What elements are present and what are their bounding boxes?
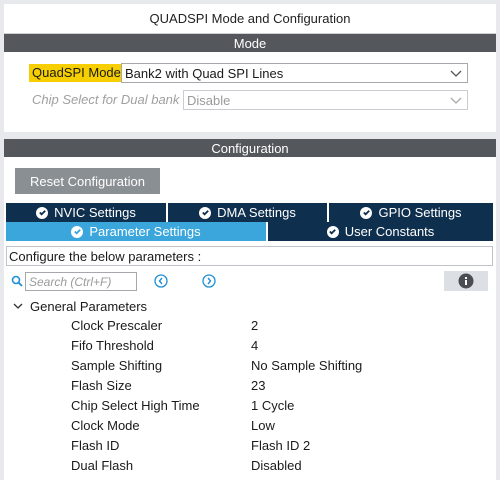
parameter-row[interactable]: Flash Size 23 — [0, 375, 496, 395]
parameter-row[interactable]: Clock Mode Low — [0, 415, 496, 435]
chevron-down-icon — [450, 97, 462, 104]
tab-label: Parameter Settings — [89, 224, 201, 239]
tab-gpio-settings[interactable]: GPIO Settings — [329, 203, 493, 222]
parameter-value[interactable]: Low — [251, 418, 275, 433]
arrow-left-circle-icon[interactable] — [154, 274, 168, 288]
parameter-row[interactable]: Dual Flash Disabled — [0, 455, 496, 475]
mode-section-header: Mode — [4, 34, 496, 52]
parameter-value[interactable]: 4 — [251, 338, 258, 353]
parameter-value[interactable]: Flash ID 2 — [251, 438, 310, 453]
quadspi-mode-label: QuadSPI Mode — [29, 64, 124, 82]
quadspi-mode-select[interactable]: Bank2 with Quad SPI Lines — [121, 63, 468, 83]
tab-row-1: NVIC Settings DMA Settings GPIO Settings — [6, 203, 493, 222]
parameter-name: Sample Shifting — [71, 357, 163, 373]
parameter-value[interactable]: 2 — [251, 318, 258, 333]
arrow-right-circle-icon[interactable] — [202, 274, 216, 288]
tab-row-2: Parameter Settings User Constants — [6, 222, 493, 241]
check-circle-icon — [71, 225, 84, 238]
parameter-value[interactable]: 1 Cycle — [251, 398, 294, 413]
tab-label: User Constants — [344, 224, 435, 239]
reset-configuration-button[interactable]: Reset Configuration — [15, 168, 160, 194]
parameter-name: Clock Mode — [71, 417, 140, 433]
tab-dma-settings[interactable]: DMA Settings — [168, 203, 329, 222]
chip-select-dual-bank-value: Disable — [187, 92, 231, 108]
chevron-down-icon — [450, 70, 462, 77]
parameter-row[interactable]: Flash ID Flash ID 2 — [0, 435, 496, 455]
parameter-row[interactable]: Chip Select High Time 1 Cycle — [0, 395, 496, 415]
info-icon — [458, 273, 474, 289]
parameter-row[interactable]: Sample Shifting No Sample Shifting — [0, 355, 496, 375]
tab-user-constants[interactable]: User Constants — [268, 222, 493, 241]
configuration-description: Configure the below parameters : — [6, 246, 493, 266]
search-icon — [11, 275, 23, 287]
parameter-name: Clock Prescaler — [71, 317, 163, 333]
check-circle-icon — [360, 206, 373, 219]
chip-select-dual-bank-label: Chip Select for Dual bank — [32, 92, 180, 107]
parameter-value[interactable]: 23 — [251, 378, 265, 393]
tab-nvic-settings[interactable]: NVIC Settings — [6, 203, 168, 222]
parameter-name: Flash ID — [71, 437, 120, 453]
general-parameters-group[interactable]: General Parameters — [12, 297, 147, 315]
quadspi-mode-value: Bank2 with Quad SPI Lines — [125, 65, 284, 81]
chip-select-dual-bank-select[interactable]: Disable — [183, 90, 468, 110]
tab-label: DMA Settings — [217, 205, 296, 220]
parameter-name: Fifo Threshold — [71, 337, 154, 353]
parameter-row[interactable]: Fifo Threshold 4 — [0, 335, 496, 355]
info-button[interactable] — [444, 271, 488, 291]
parameter-name: Flash Size — [71, 377, 132, 393]
parameter-value[interactable]: Disabled — [251, 458, 302, 473]
parameter-name: Dual Flash — [71, 457, 134, 473]
group-label: General Parameters — [30, 298, 148, 314]
parameter-value[interactable]: No Sample Shifting — [251, 358, 362, 373]
search-input[interactable] — [25, 272, 137, 291]
check-circle-icon — [199, 206, 212, 219]
configuration-section-header: Configuration — [4, 139, 496, 157]
mode-section: QuadSPI Mode Bank2 with Quad SPI Lines C… — [4, 52, 496, 132]
page-title: QUADSPI Mode and Configuration — [4, 4, 496, 34]
check-circle-icon — [36, 206, 49, 219]
tab-parameter-settings[interactable]: Parameter Settings — [6, 222, 268, 241]
check-circle-icon — [326, 225, 339, 238]
parameter-row[interactable]: Clock Prescaler 2 — [0, 315, 496, 335]
parameter-name: Chip Select High Time — [71, 397, 200, 413]
tab-label: NVIC Settings — [54, 205, 136, 220]
chevron-down-icon — [13, 303, 23, 309]
tab-label: GPIO Settings — [378, 205, 462, 220]
